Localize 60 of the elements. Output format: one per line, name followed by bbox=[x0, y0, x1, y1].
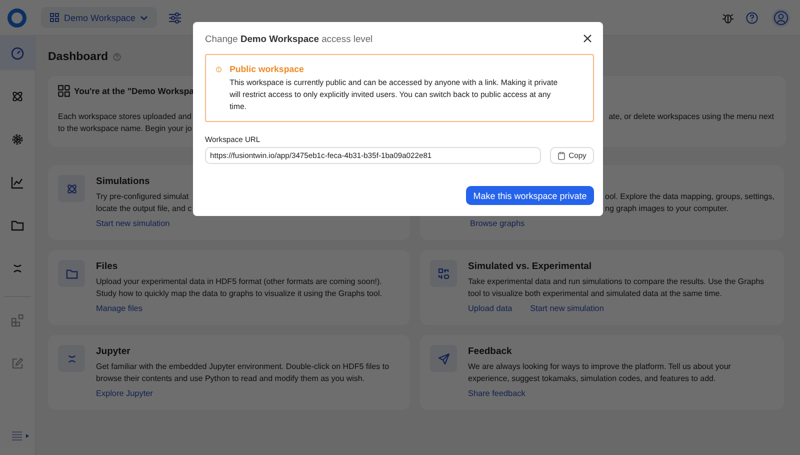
card-text: We are always looking for ways to improve the platform. Tell us about your bbox=[468, 361, 731, 373]
card-text: browse their contents and use Python to read and modify them as you wish. bbox=[96, 373, 366, 385]
card-icon bbox=[58, 175, 85, 202]
card-text: to the workspace name. Begin your jo bbox=[58, 123, 192, 135]
card-text: ng graph images to your computer. bbox=[605, 203, 730, 215]
card-icon bbox=[58, 345, 85, 372]
sidebar-item[interactable] bbox=[0, 36, 35, 70]
card-text: ool. Explore the data mapping, groups, settings, bbox=[605, 191, 774, 203]
card-link[interactable]: Start new simulation bbox=[530, 304, 604, 313]
workspace-dropdown[interactable]: Demo Workspace bbox=[41, 7, 158, 28]
card-text: experience, suggest tokamaks, simulation codes, and features to add. bbox=[468, 373, 717, 385]
card-text: Try pre-configured simulat bbox=[96, 191, 190, 203]
card-icon bbox=[58, 260, 85, 287]
card-title: Simulated vs. Experimental bbox=[468, 260, 593, 273]
card-title: Feedback bbox=[468, 345, 513, 358]
jupyter-icon bbox=[11, 262, 24, 274]
expand-menu-icon[interactable] bbox=[12, 431, 30, 441]
card-text: Upload your experimental data in HDF5 format (other formats are coming soon!). bbox=[96, 276, 382, 288]
logo-icon bbox=[7, 8, 27, 28]
grid-icon bbox=[58, 85, 70, 97]
card-link[interactable]: Share feedback bbox=[468, 389, 526, 398]
dialog-title: Change Demo Workspace access level bbox=[205, 33, 373, 44]
card-link[interactable]: Manage files bbox=[96, 304, 142, 313]
card-icon bbox=[430, 345, 457, 372]
card-text: Take experimental data and run simulations to compare the results. Use the Graphs bbox=[468, 276, 764, 288]
atom-icon bbox=[11, 90, 24, 102]
gauge-icon bbox=[11, 46, 24, 60]
blocks-icon bbox=[11, 314, 24, 326]
sliders-icon[interactable] bbox=[169, 12, 182, 24]
avatar-icon[interactable] bbox=[772, 8, 790, 26]
warning-icon bbox=[216, 64, 222, 75]
close-icon[interactable] bbox=[583, 34, 592, 43]
card-title: Jupyter bbox=[96, 345, 132, 358]
folder-icon bbox=[11, 218, 24, 232]
grid-icon bbox=[50, 13, 59, 22]
card-text: ate, or delete workspaces using the menu next bbox=[608, 111, 774, 123]
card-link[interactable]: Start new simulation bbox=[96, 219, 170, 228]
page-title: Dashboard bbox=[48, 50, 108, 62]
make-private-button[interactable]: Make this workspace private bbox=[466, 186, 594, 205]
alert-title: Public workspace bbox=[230, 64, 305, 74]
clipboard-icon bbox=[558, 152, 565, 160]
card-link[interactable]: Explore Jupyter bbox=[96, 389, 153, 398]
card-link[interactable]: Upload data bbox=[468, 304, 512, 313]
card-text: tool to visualize both experimental and simulated data at the same time. bbox=[468, 288, 723, 300]
card-link[interactable]: Browse graphs bbox=[470, 219, 525, 228]
card-title: Simulations bbox=[96, 175, 151, 188]
chart-icon bbox=[11, 176, 24, 188]
card-text: Each workspace stores uploaded and bbox=[58, 111, 192, 123]
chevron-down-icon bbox=[140, 14, 148, 20]
gear-icon bbox=[11, 132, 24, 146]
help-icon[interactable] bbox=[113, 52, 122, 60]
card-title: Files bbox=[96, 260, 119, 273]
help-icon[interactable] bbox=[746, 12, 758, 24]
card-title: You're at the "Demo Workspa bbox=[74, 86, 194, 96]
card-icon bbox=[430, 260, 457, 287]
card-text: Get familiar with the embedded Jupyter environment. Double-click on HDF5 files to bbox=[96, 361, 390, 373]
pencil-icon bbox=[11, 356, 24, 370]
card-text: Study how to quickly map the data to graphs to visualize it using the Graphs tool. bbox=[96, 288, 382, 300]
card-text: locate the output file, and c bbox=[96, 203, 192, 215]
bug-icon[interactable] bbox=[722, 12, 734, 24]
